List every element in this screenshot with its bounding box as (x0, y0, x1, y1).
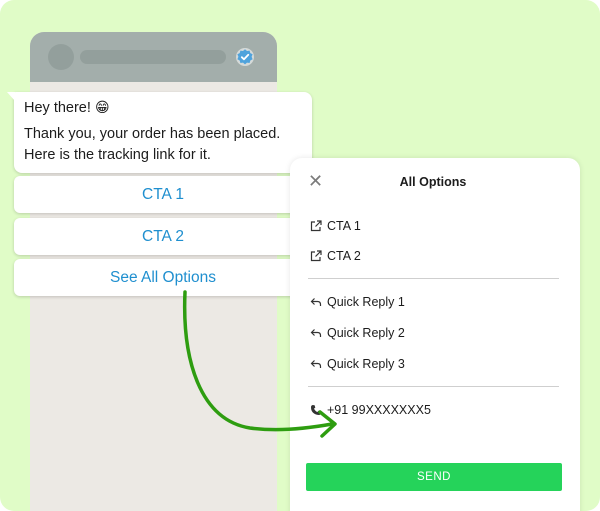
panel-title: All Options (399, 175, 467, 189)
option-phone-call[interactable]: +91 99XXXXXXX5 (310, 400, 431, 420)
external-link-icon (310, 220, 322, 232)
reply-icon (310, 298, 322, 306)
cta-1-button[interactable]: CTA 1 (14, 176, 312, 213)
contact-name-placeholder (80, 50, 226, 64)
option-cta-1[interactable]: CTA 1 (310, 216, 361, 236)
message-line-1: Thank you, your order has been placed. (24, 126, 281, 142)
option-label: Quick Reply 3 (327, 357, 405, 371)
avatar (48, 44, 74, 70)
all-options-panel: ✕ All Options CTA 1 CTA 2 Quick Reply 1 … (290, 158, 580, 511)
bubble-tail (7, 92, 15, 101)
reply-icon (310, 329, 322, 337)
message-line-2: Here is the tracking link for it. (24, 147, 211, 163)
option-quick-reply-3[interactable]: Quick Reply 3 (310, 354, 405, 374)
option-label: CTA 2 (327, 249, 361, 263)
option-quick-reply-2[interactable]: Quick Reply 2 (310, 323, 405, 343)
greeting-text: Hey there! (24, 100, 91, 116)
chat-header (30, 32, 277, 82)
external-link-icon (310, 250, 322, 262)
phone-icon (311, 405, 321, 415)
option-label: Quick Reply 2 (327, 326, 405, 340)
divider (308, 386, 559, 387)
send-button[interactable]: SEND (306, 463, 562, 491)
option-label: CTA 1 (327, 219, 361, 233)
option-label: +91 99XXXXXXX5 (327, 403, 431, 417)
cta-2-button[interactable]: CTA 2 (14, 218, 312, 255)
grin-emoji-icon: 😁 (94, 100, 110, 116)
divider (308, 278, 559, 279)
verified-badge-icon (236, 48, 254, 66)
see-all-options-button[interactable]: See All Options (14, 259, 312, 296)
option-quick-reply-1[interactable]: Quick Reply 1 (310, 292, 405, 312)
option-label: Quick Reply 1 (327, 295, 405, 309)
option-cta-2[interactable]: CTA 2 (310, 246, 361, 266)
chat-message-bubble: Hey there! 😁 Thank you, your order has b… (7, 92, 312, 173)
reply-icon (310, 360, 322, 368)
message-greeting: Hey there! 😁 (24, 98, 302, 119)
